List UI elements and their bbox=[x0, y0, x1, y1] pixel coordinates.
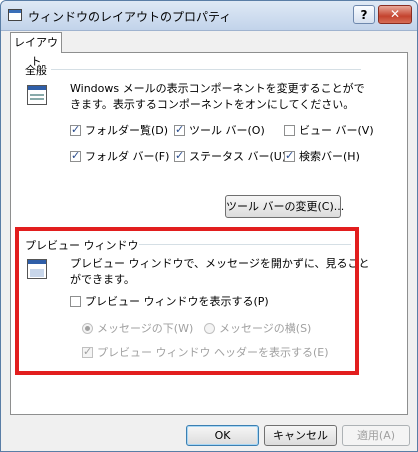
cancel-button[interactable]: キャンセル bbox=[264, 425, 337, 446]
folder-bar-checkbox[interactable]: フォルダ バー(F) bbox=[70, 148, 169, 164]
search-bar-label: 検索バー(H) bbox=[299, 150, 360, 163]
window-icon bbox=[8, 9, 22, 21]
change-toolbar-button[interactable]: ツール バーの変更(C)... bbox=[225, 195, 344, 218]
view-bar-checkbox[interactable]: ビュー バー(V) bbox=[284, 122, 374, 138]
properties-dialog: ウィンドウのレイアウトのプロパティ ? ✕ レイアウト 全般 Windows メ… bbox=[0, 0, 418, 452]
general-description-line1: Windows メールの表示コンポーネントを変更することがで bbox=[70, 82, 365, 95]
checkbox-box bbox=[284, 149, 295, 162]
window-title: ウィンドウのレイアウトのプロパティ bbox=[28, 10, 232, 24]
tab-layout[interactable]: レイアウト bbox=[10, 32, 62, 68]
folder-bar-label: フォルダ バー(F) bbox=[85, 150, 170, 163]
toolbar-checkbox[interactable]: ツール バー(O) bbox=[174, 122, 265, 138]
apply-button[interactable]: 適用(A) bbox=[342, 425, 410, 446]
title-bar[interactable]: ウィンドウのレイアウトのプロパティ ? ✕ bbox=[1, 1, 417, 31]
checkbox-box bbox=[174, 149, 185, 162]
ok-button[interactable]: OK bbox=[186, 425, 259, 446]
checkbox-box bbox=[284, 124, 295, 136]
status-bar-label: ステータス バー(U) bbox=[189, 150, 287, 163]
general-group-divider bbox=[51, 69, 361, 70]
view-bar-label: ビュー バー(V) bbox=[299, 124, 374, 137]
folder-list-label: フォルダー覧(D) bbox=[85, 124, 169, 137]
search-bar-checkbox[interactable]: 検索バー(H) bbox=[284, 148, 360, 164]
layout-icon bbox=[27, 85, 47, 105]
folder-list-checkbox[interactable]: フォルダー覧(D) bbox=[70, 122, 168, 138]
help-button[interactable]: ? bbox=[353, 5, 375, 24]
checkbox-box bbox=[174, 123, 185, 136]
checkbox-box bbox=[70, 123, 81, 136]
status-bar-checkbox[interactable]: ステータス バー(U) bbox=[174, 148, 286, 164]
checkbox-box bbox=[70, 149, 81, 162]
general-description-line2: きます。表示するコンポーネントをオンにしてください。 bbox=[70, 98, 355, 111]
toolbar-label: ツール バー(O) bbox=[189, 124, 265, 137]
close-button[interactable]: ✕ bbox=[378, 5, 412, 24]
highlight-frame bbox=[15, 227, 359, 375]
